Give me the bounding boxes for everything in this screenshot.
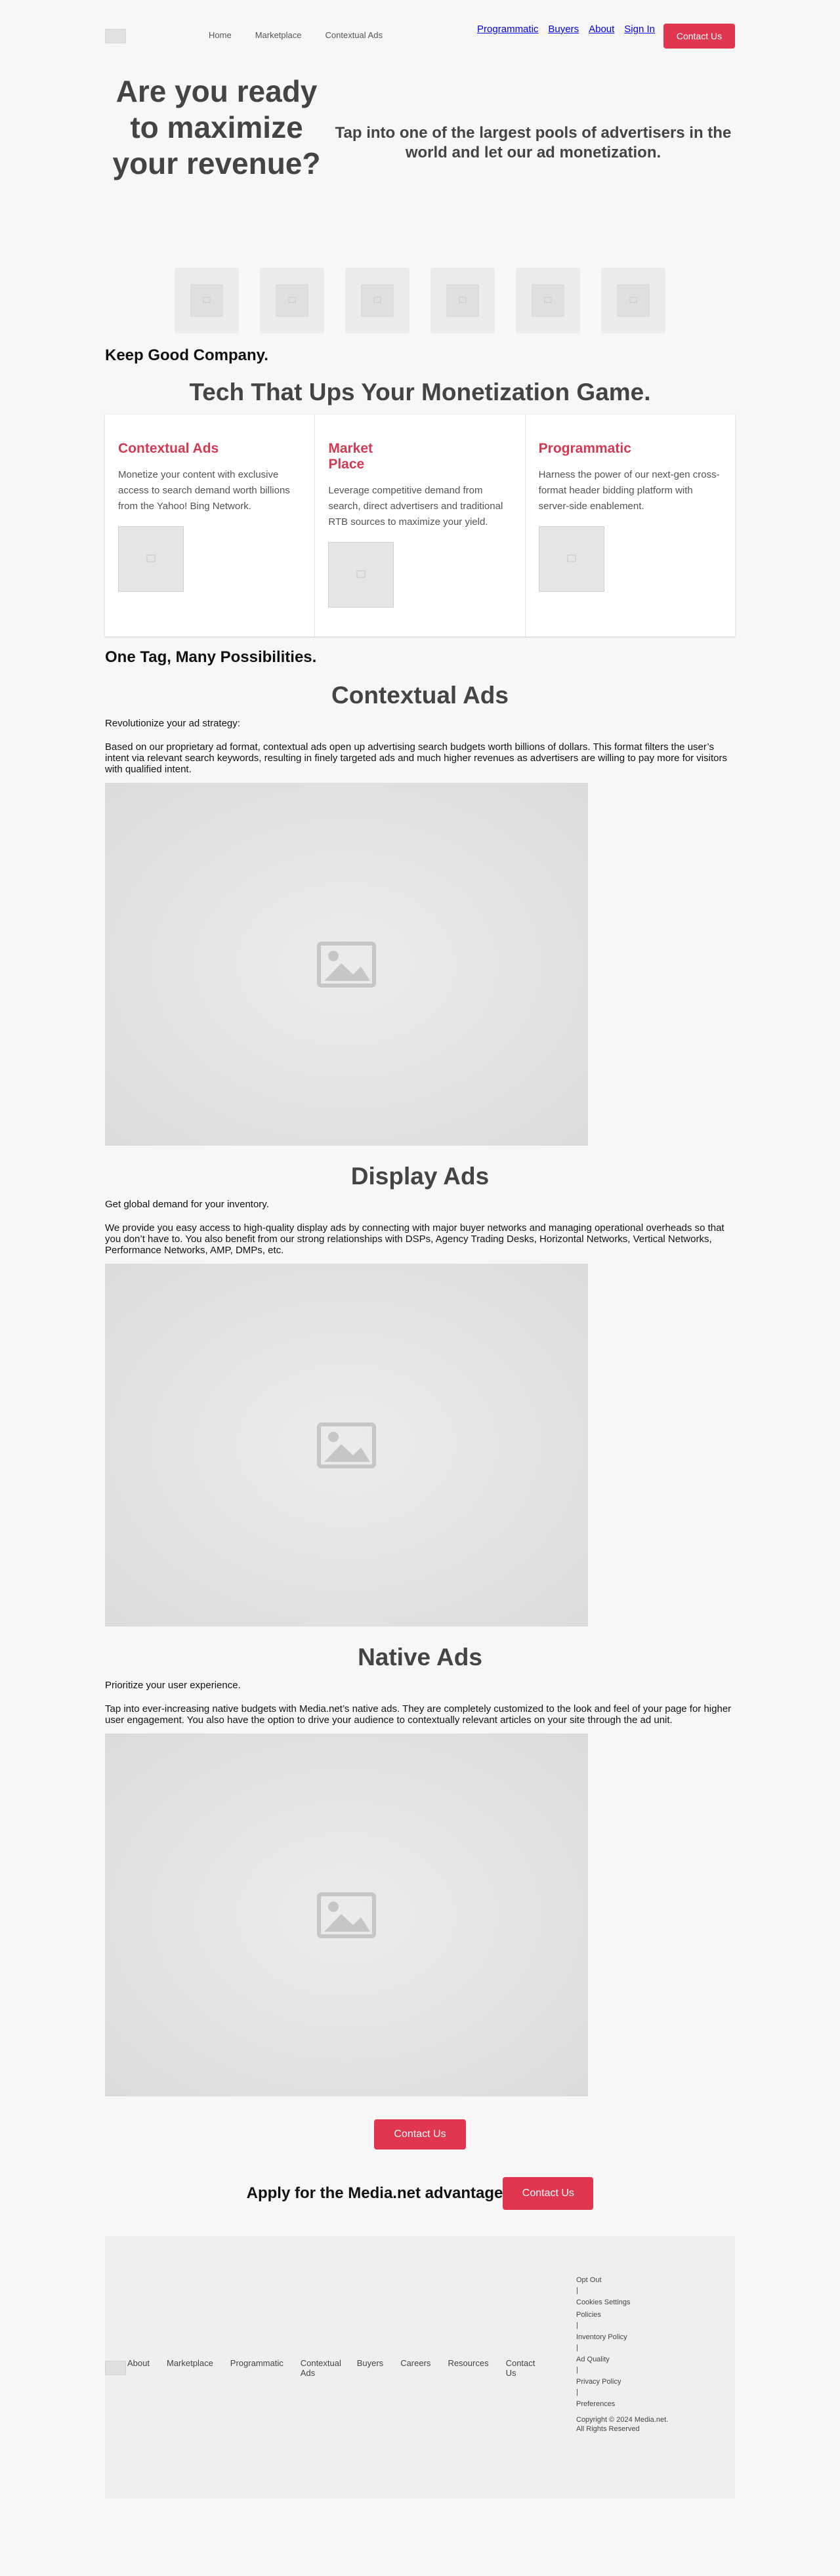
top-nav: Home Marketplace Contextual Ads Programm… (105, 0, 735, 63)
contact-button[interactable]: Contact Us (374, 2119, 466, 2150)
partner-logo (516, 268, 580, 333)
card-title: Contextual Ads (118, 441, 219, 456)
page: Home Marketplace Contextual Ads Programm… (105, 0, 735, 2499)
section-title: Display Ads (350, 1163, 490, 1190)
section-intro: Get global demand for your inventory. (105, 1199, 269, 1210)
partner-logo (430, 268, 495, 333)
partner-logo (260, 268, 324, 333)
image-placeholder-icon (532, 284, 564, 317)
section-title: Native Ads (358, 1644, 482, 1671)
apply-contact-button[interactable]: Contact Us (503, 2177, 594, 2210)
legal-inventory-policy[interactable]: Inventory Policy (576, 2333, 675, 2342)
section-title: Contextual Ads (331, 682, 509, 709)
card-title: Programmatic (538, 441, 631, 456)
card-title: Market Place (328, 441, 373, 472)
site-logo[interactable] (105, 29, 126, 43)
legal-separator: | (576, 2287, 578, 2295)
link-buyers[interactable]: Buyers (548, 24, 579, 35)
image-placeholder-icon (105, 1734, 588, 2096)
image-placeholder-icon (446, 284, 479, 317)
partner-logos (105, 268, 735, 344)
image-placeholder-icon (276, 284, 308, 317)
hero-subtitle: Tap into one of the largest pools of adv… (335, 124, 732, 161)
legal-preferences[interactable]: Preferences (576, 2399, 675, 2409)
image-placeholder-icon (118, 526, 184, 592)
link-sign-in[interactable]: Sign In (624, 24, 655, 35)
partner-logo (175, 268, 239, 333)
copyright: Copyright © 2024 Media.net. All Rights R… (576, 2416, 669, 2433)
section-display-ads: Display Ads Get global demand for your i… (105, 1158, 735, 1630)
partner-logo (601, 268, 665, 333)
link-about[interactable]: About (589, 24, 614, 35)
card-text: Leverage competitive demand from search,… (328, 485, 503, 528)
footer-link-resources[interactable]: Resources (448, 2358, 488, 2378)
feature-cards: Contextual Ads Monetize your content wit… (105, 415, 735, 636)
hero-title: Are you ready to maximize your revenue? (112, 74, 321, 180)
footer-link-contact-us[interactable]: Contact Us (506, 2358, 536, 2378)
feature-card-programmatic[interactable]: Programmatic Harness the power of our ne… (526, 415, 735, 636)
section-body: Tap into ever-increasing native budgets … (105, 1703, 732, 1726)
legal-separator: | (576, 2344, 578, 2352)
primary-menu: Home Marketplace Contextual Ads (209, 30, 383, 40)
section-intro: Revolutionize your ad strategy: (105, 718, 240, 729)
link-programmatic[interactable]: Programmatic (477, 24, 538, 35)
legal-opt-out[interactable]: Opt Out (576, 2275, 675, 2285)
onetag-heading: One Tag, Many Possibilities. (105, 648, 317, 666)
image-placeholder-icon (617, 284, 650, 317)
legal-ad-quality[interactable]: Ad Quality (576, 2355, 675, 2364)
apply-row: Apply for the Media.net advantage Contac… (105, 2177, 735, 2210)
section-body: Based on our proprietary ad format, cont… (105, 741, 727, 775)
card-text: Monetize your content with exclusive acc… (118, 469, 290, 512)
footer-link-programmatic[interactable]: Programmatic (230, 2358, 284, 2378)
section-contextual-ads: Contextual Ads Revolutionize your ad str… (105, 677, 735, 1149)
section-native-ads: Native Ads Prioritize your user experien… (105, 1639, 735, 2100)
hero: Are you ready to maximize your revenue? … (105, 63, 735, 268)
menu-contextual-ads[interactable]: Contextual Ads (326, 30, 383, 40)
section-body: We provide you easy access to high-quali… (105, 1222, 724, 1256)
footer-link-careers[interactable]: Careers (400, 2358, 430, 2378)
menu-marketplace[interactable]: Marketplace (255, 30, 302, 40)
footer-legal: Opt Out | Cookies Settings Policies | In… (576, 2275, 675, 2434)
image-placeholder-icon (105, 1264, 588, 1627)
feature-card-contextual[interactable]: Contextual Ads Monetize your content wit… (105, 415, 316, 636)
footer: About Marketplace Programmatic Contextua… (105, 2236, 735, 2499)
footer-link-contextual-ads[interactable]: Contextual Ads (301, 2358, 341, 2378)
secondary-links: Programmatic Buyers About Sign In (477, 24, 655, 35)
partners-heading: Keep Good Company. (105, 346, 268, 364)
legal-separator: | (576, 2388, 578, 2396)
footer-link-buyers[interactable]: Buyers (357, 2358, 383, 2378)
feature-card-marketplace[interactable]: Market Place Leverage competitive demand… (315, 415, 526, 636)
card-text: Harness the power of our next-gen cross-… (538, 469, 720, 512)
legal-separator: | (576, 2366, 578, 2374)
legal-cookies-settings[interactable]: Cookies Settings (576, 2298, 675, 2307)
apply-heading: Apply for the Media.net advantage (246, 2184, 503, 2202)
legal-separator: | (576, 2321, 578, 2329)
image-placeholder-icon (328, 542, 394, 608)
legal-privacy-policy[interactable]: Privacy Policy (576, 2377, 675, 2386)
footer-nav: About Marketplace Programmatic Contextua… (127, 2358, 536, 2378)
footer-link-marketplace[interactable]: Marketplace (167, 2358, 213, 2378)
footer-link-about[interactable]: About (127, 2358, 150, 2378)
image-placeholder-icon (105, 783, 588, 1146)
legal-policies[interactable]: Policies (576, 2310, 675, 2319)
section-intro: Prioritize your user experience. (105, 1680, 241, 1691)
partner-logo (345, 268, 410, 333)
menu-home[interactable]: Home (209, 30, 232, 40)
nav-contact-button[interactable]: Contact Us (663, 24, 735, 49)
image-placeholder-icon (538, 526, 604, 592)
tech-heading: Tech That Ups Your Monetization Game. (189, 379, 651, 405)
cta-row: Contact Us (105, 2119, 735, 2150)
image-placeholder-icon (361, 284, 394, 317)
image-placeholder-icon (190, 284, 223, 317)
footer-logo[interactable] (105, 2361, 126, 2375)
